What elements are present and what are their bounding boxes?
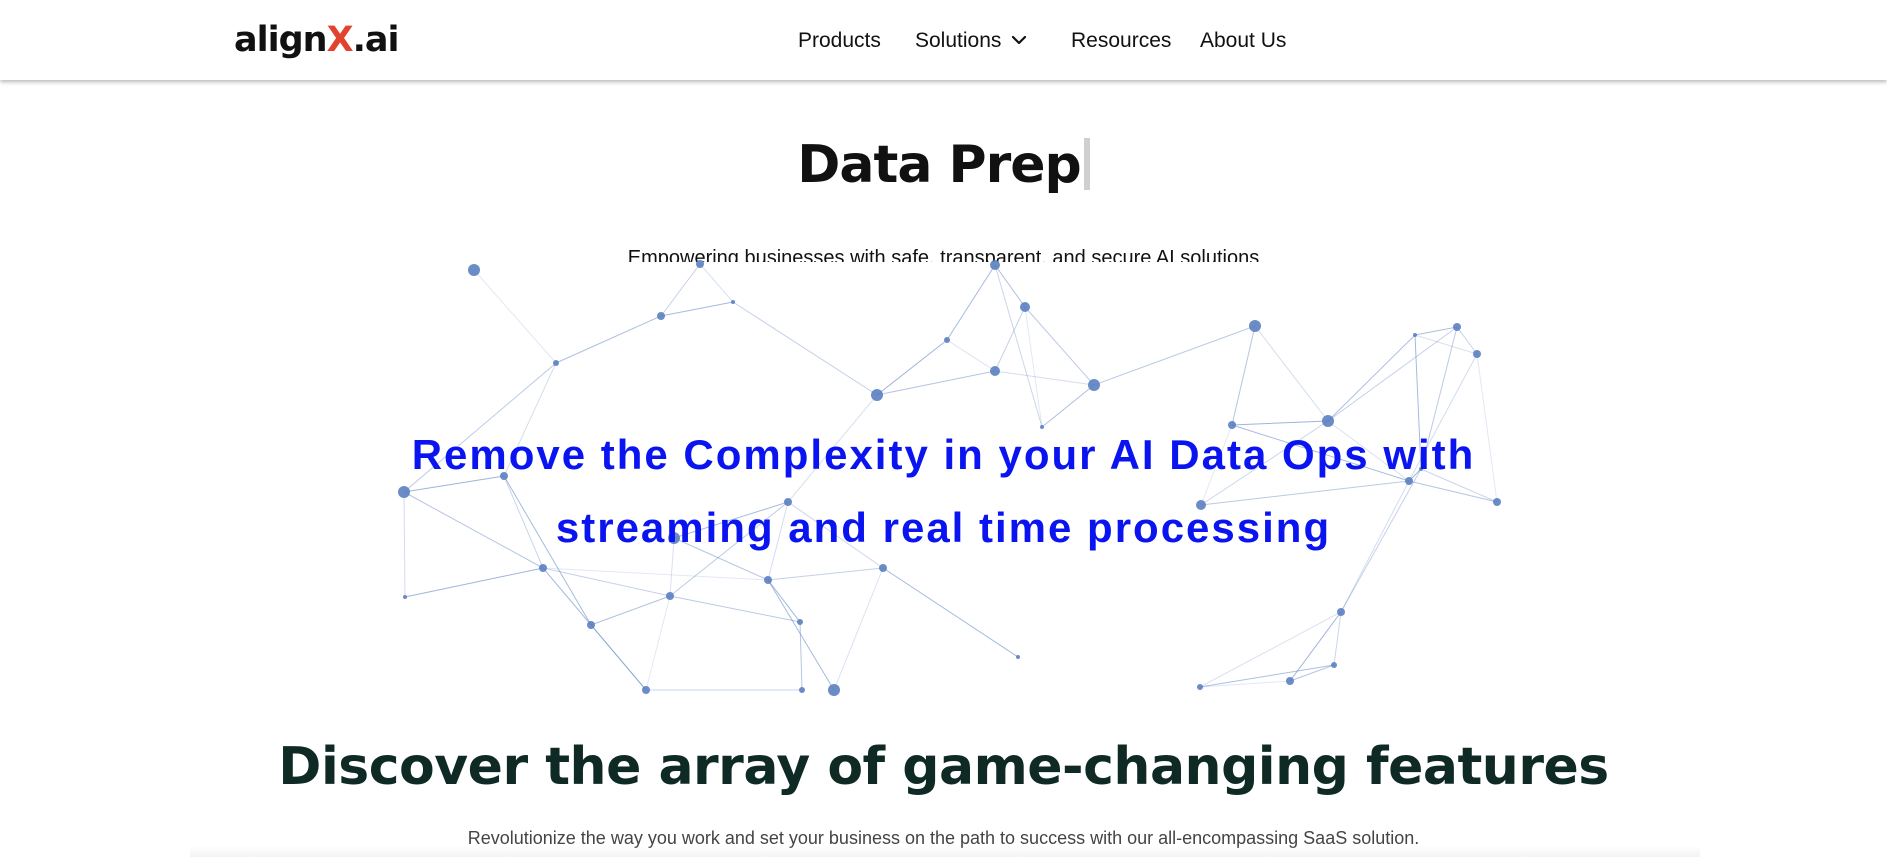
logo-prefix: align <box>234 20 328 60</box>
network-edge <box>542 567 671 597</box>
network-edge <box>660 301 734 317</box>
nav-solutions[interactable]: Solutions <box>915 26 1027 56</box>
network-edge <box>876 370 996 396</box>
network-edge <box>1254 325 1329 422</box>
features-title: Discover the array of game-changing feat… <box>278 737 1609 797</box>
network-edge <box>1199 680 1291 688</box>
network-node <box>944 337 950 343</box>
network-edge <box>404 567 544 598</box>
network-node <box>1020 302 1030 312</box>
network-node <box>1286 677 1294 685</box>
network-edge <box>1327 334 1416 422</box>
network-edge <box>833 567 884 691</box>
section-fade <box>190 846 1700 857</box>
network-edge <box>645 595 671 691</box>
network-node <box>871 389 883 401</box>
network-node <box>642 686 650 694</box>
logo-x: X <box>326 20 354 60</box>
network-node <box>1453 323 1461 331</box>
network-node <box>828 684 840 696</box>
network-edge <box>473 269 557 364</box>
network-node <box>1197 684 1203 690</box>
network-node <box>403 595 407 599</box>
network-node <box>990 260 1000 270</box>
network-edge <box>946 264 996 341</box>
network-edge <box>660 263 701 317</box>
nav-about-us[interactable]: About Us <box>1200 26 1286 56</box>
network-edge <box>994 264 1026 308</box>
nav-products[interactable]: Products <box>798 26 881 56</box>
network-node <box>539 564 547 572</box>
network-edge <box>882 567 1019 658</box>
network-edge <box>542 567 647 691</box>
hero-headline: Remove the Complexity in your AI Data Op… <box>0 418 1887 564</box>
network-node <box>468 264 480 276</box>
network-edge <box>767 579 801 623</box>
network-node <box>731 300 735 304</box>
network-node <box>657 312 665 320</box>
chevron-down-icon <box>1011 24 1027 54</box>
network-node <box>1088 379 1100 391</box>
nav-resources[interactable]: Resources <box>1071 26 1171 56</box>
network-node <box>1249 320 1261 332</box>
network-edge <box>590 595 671 626</box>
nav-solutions-label: Solutions <box>915 29 1002 52</box>
network-edge <box>732 301 878 396</box>
hero-headline-line-1: Remove the Complexity in your AI Data Op… <box>411 431 1476 478</box>
network-edge <box>946 339 996 372</box>
network-edge <box>767 567 884 581</box>
network-node <box>799 687 805 693</box>
network-edge <box>1289 664 1335 682</box>
network-edge <box>767 579 835 691</box>
network-node <box>990 366 1000 376</box>
network-node <box>587 621 595 629</box>
network-edge <box>1231 325 1256 426</box>
brand-logo[interactable]: alignX.ai <box>234 18 400 62</box>
network-node <box>797 619 803 625</box>
network-edge <box>1093 325 1256 386</box>
network-node <box>1337 608 1345 616</box>
network-edge <box>542 567 769 581</box>
network-node <box>1016 655 1020 659</box>
hero-headline-line-2: streaming and real time processing <box>555 504 1332 551</box>
network-node <box>1413 333 1417 337</box>
network-edge <box>994 264 1043 428</box>
site-header: alignX.ai Products Solutions Resources A… <box>0 0 1887 80</box>
network-node <box>1473 350 1481 358</box>
network-edge <box>1024 306 1095 386</box>
network-node <box>879 564 887 572</box>
network-edge <box>699 263 734 303</box>
network-edge <box>1327 326 1458 422</box>
network-edge <box>799 621 803 691</box>
network-edge <box>1024 306 1043 428</box>
network-node <box>553 360 559 366</box>
logo-suffix: .ai <box>352 20 400 60</box>
hero-typed-heading: Data Prep <box>0 130 1887 200</box>
network-edge <box>555 315 662 364</box>
typing-caret <box>1083 138 1090 190</box>
network-node <box>666 592 674 600</box>
network-node <box>1331 662 1337 668</box>
network-node <box>764 576 772 584</box>
network-edge <box>1456 326 1478 355</box>
network-edge <box>994 370 1095 386</box>
typed-text: Data Prep <box>797 135 1082 195</box>
network-edge <box>876 339 948 396</box>
network-node <box>696 260 704 268</box>
